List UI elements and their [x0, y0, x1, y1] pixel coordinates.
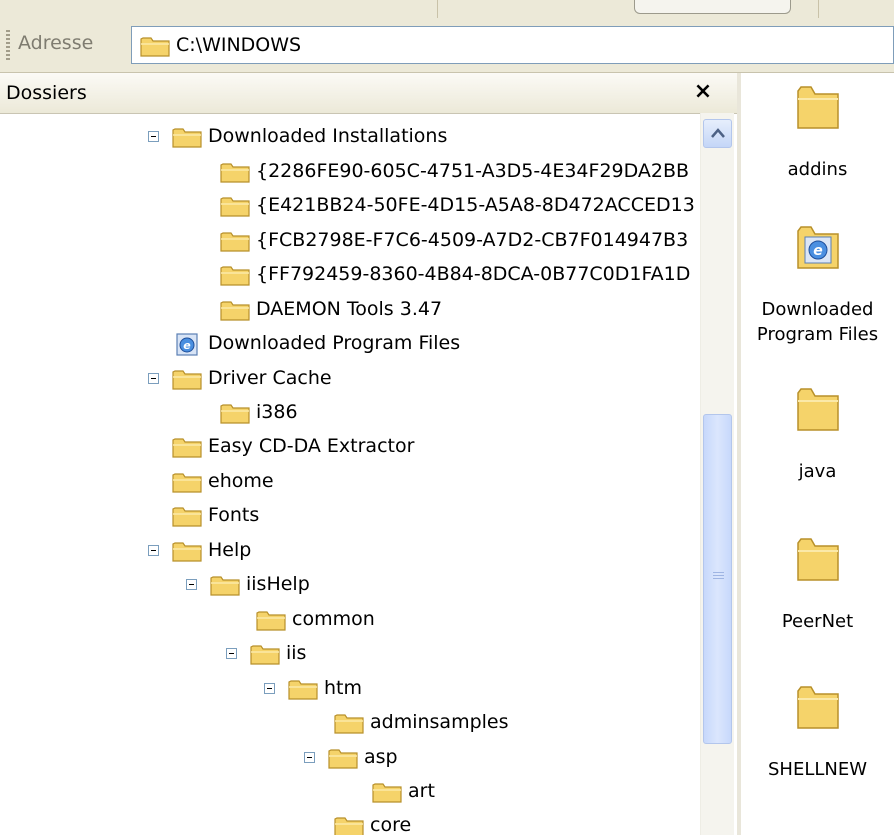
tree-node-label: ehome [208, 470, 274, 492]
tree-node-label: Help [208, 539, 252, 561]
folder-icon [172, 540, 202, 567]
folder-icon [795, 533, 841, 588]
toolbar-separator [818, 0, 819, 18]
tree-node-label: Driver Cache [208, 367, 332, 389]
folder-item-label: SHELLNEW [767, 759, 868, 780]
close-pane-button[interactable]: × [688, 77, 718, 107]
tree-scrollbar[interactable] [700, 113, 734, 835]
collapse-toggle[interactable] [148, 373, 159, 384]
folder-icon [795, 81, 841, 136]
tree-node-label: {FF792459-8360-4B84-8DCA-0B77C0D1FA1D [256, 263, 691, 285]
folder-icon [172, 126, 202, 153]
tree-node-label: {2286FE90-605C-4751-A3D5-4E34F29DA2BB [256, 160, 690, 182]
ie-folder-icon: e [795, 221, 841, 276]
folders-pane-title: Dossiers [6, 82, 87, 104]
svg-text:e: e [183, 339, 191, 352]
scroll-up-button[interactable] [703, 119, 732, 148]
folder-item-label: PeerNet [781, 611, 854, 632]
collapse-toggle[interactable] [226, 648, 237, 659]
folder-item-label: addins [787, 159, 848, 180]
chevron-up-icon [711, 128, 725, 138]
folder-icon [220, 230, 250, 257]
toolbar-separator [437, 0, 438, 18]
tree-node-label: Downloaded Program Files [208, 332, 461, 354]
tree-node-label: iisHelp [246, 573, 310, 595]
folder-tree: Downloaded Installations {2286FE90-605C-… [0, 113, 700, 835]
tree-node-label: iis [286, 642, 307, 664]
folder-item[interactable]: e Downloaded Program Files [741, 221, 894, 361]
folder-icon [334, 815, 364, 835]
folder-icon [220, 195, 250, 222]
toolbar-grip[interactable] [6, 30, 10, 60]
folder-icon [372, 781, 402, 808]
collapse-toggle[interactable] [264, 683, 275, 694]
svg-text:e: e [813, 243, 823, 259]
tree-node-label: art [408, 780, 435, 802]
folder-icon [220, 161, 250, 188]
folder-icon [210, 574, 240, 601]
folder-icon [140, 35, 170, 62]
collapse-toggle[interactable] [148, 131, 159, 142]
toolbar-strip [0, 0, 894, 19]
folder-item[interactable]: PeerNet [741, 533, 894, 643]
tree-node-label: Fonts [208, 504, 260, 526]
folder-icon [172, 368, 202, 395]
folder-icon [220, 402, 250, 429]
tree-node-label: htm [324, 677, 362, 699]
folder-item-label: java [798, 461, 837, 482]
folder-item[interactable]: java [741, 383, 894, 493]
collapse-toggle[interactable] [186, 579, 197, 590]
tree-node-label: Downloaded Installations [208, 125, 448, 147]
folder-icon [172, 436, 202, 463]
folders-pane-header: Dossiers × [0, 73, 737, 114]
tree-node-label: DAEMON Tools 3.47 [256, 298, 443, 320]
folder-icon [328, 747, 358, 774]
folder-item[interactable]: addins [741, 81, 894, 191]
folder-item[interactable]: SHELLNEW [741, 681, 894, 791]
scroll-grip [713, 572, 724, 581]
tree-node-label: i386 [256, 401, 298, 423]
folder-icon [795, 383, 841, 438]
tree-node-label: {E421BB24-50FE-4D15-A5A8-8D472ACCED13 [256, 194, 695, 216]
folder-icon [795, 681, 841, 736]
address-bar: Adresse C:\WINDOWS [0, 18, 894, 73]
folders-pane: Dossiers × Downloaded Installations {228… [0, 73, 737, 835]
folder-icon [250, 643, 280, 670]
tree-node-label: core [370, 814, 412, 835]
folder-icon [172, 471, 202, 498]
folder-icon [256, 609, 286, 636]
collapse-toggle[interactable] [304, 752, 315, 763]
scroll-thumb[interactable] [703, 414, 732, 744]
address-input[interactable]: C:\WINDOWS [131, 26, 894, 64]
folder-icon [220, 264, 250, 291]
tree-node-label: Easy CD-DA Extractor [208, 435, 415, 457]
toolbar-dropdown-edge [634, 0, 791, 14]
folder-icon [288, 678, 318, 705]
folder-icon [334, 712, 364, 739]
address-value: C:\WINDOWS [176, 34, 302, 56]
folder-icon [172, 505, 202, 532]
tree-node-label: asp [364, 746, 398, 768]
tree-node-label: adminsamples [370, 711, 509, 733]
tree-node-label: {FCB2798E-F7C6-4509-A7D2-CB7F014947B3 [256, 229, 689, 251]
tree-node-label: common [292, 608, 375, 630]
ie-folder-icon: e [172, 333, 202, 362]
address-label: Adresse [18, 32, 94, 54]
collapse-toggle[interactable] [148, 545, 159, 556]
folder-item-label: Downloaded Program Files [756, 299, 879, 345]
folder-contents-pane: addins e Downloaded Program Files java P… [741, 73, 894, 835]
folder-icon [220, 299, 250, 326]
